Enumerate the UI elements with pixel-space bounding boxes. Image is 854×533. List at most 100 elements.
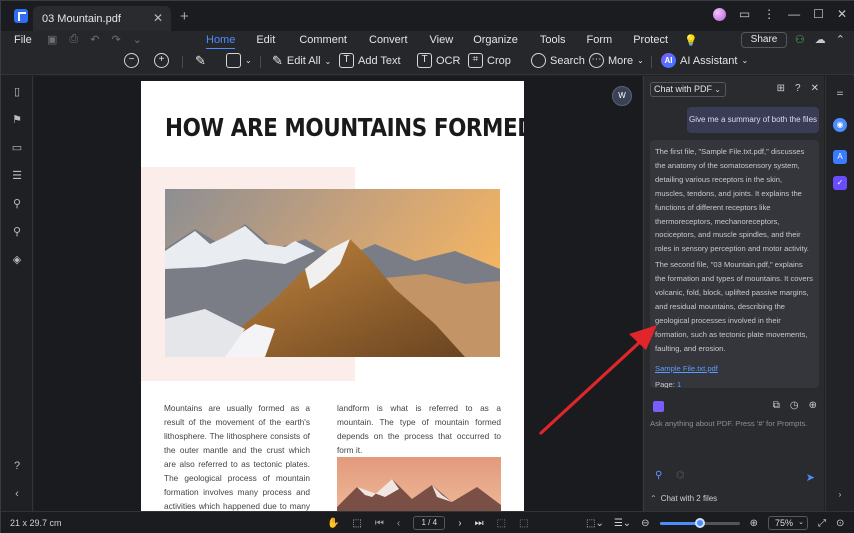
ai-assistant-button[interactable]: AI AI Assistant ⌄ [661,53,748,68]
document-viewer[interactable]: HOW ARE MOUNTAINS FORMED? Mountains are … [34,76,642,511]
bookmark-icon[interactable]: ⚑ [11,114,23,126]
menu-file[interactable]: File [14,34,32,46]
hand-tool-icon[interactable]: ✋ [327,518,339,529]
more-options-icon[interactable]: ⋮ [763,7,775,21]
avatar[interactable] [712,7,726,21]
zoom-in-icon[interactable]: ⊕ [750,518,758,529]
history-icon[interactable]: ◷ [790,400,799,411]
undo-icon[interactable]: ↶ [90,33,99,46]
user-share-icon[interactable]: ⚇ [795,33,805,46]
expand-right-icon[interactable]: › [833,488,847,502]
translate-icon[interactable]: A [833,150,847,164]
redo-icon[interactable]: ↷ [111,33,120,46]
first-page-icon[interactable]: ⏮ [375,518,384,529]
layout-icon[interactable]: ☰⌄ [614,518,631,529]
close-tab-icon[interactable]: ✕ [153,11,163,25]
help-icon[interactable]: ? [795,83,801,94]
more-button[interactable]: ⋯ More ⌄ [589,53,644,68]
page-number-input[interactable]: 1 / 4 [413,516,446,530]
send-icon[interactable]: ➤ [806,471,815,484]
help-icon[interactable]: ? [11,460,23,472]
location-pin-icon[interactable]: ⚲ [655,470,662,481]
crop-icon: ⌗ [468,53,483,68]
previous-page-icon[interactable]: ‹ [397,518,400,529]
panel-header: Chat with PDF ⌄ ⊞ ? ✕ [644,76,825,102]
close-panel-icon[interactable]: ✕ [811,83,819,94]
menu-organize[interactable]: Organize [473,34,518,50]
share-button[interactable]: Share [741,32,787,48]
save-icon[interactable]: ▣ [47,33,57,46]
search-icon[interactable]: ⚲ [11,226,23,238]
zoom-slider-knob[interactable] [694,517,705,528]
search-label: Search [550,54,585,67]
page-thumbnail-icon[interactable]: ▯ [11,86,23,98]
lightbulb-icon[interactable]: 💡 [684,34,698,50]
print-icon[interactable]: ⎙ [69,33,78,46]
page-navigation: ✋ ⬚ ⏮ ‹ 1 / 4 › ⏭ ⬚ ⬚ [327,516,529,530]
layers-list-icon[interactable]: ☰ [11,170,23,182]
attachment-icon[interactable]: ⌬ [676,470,685,481]
zoom-in-icon: + [154,53,169,68]
page-ref-link[interactable]: 1 [677,380,681,389]
select-tool-icon[interactable]: ⬚ [352,518,361,529]
next-page-icon[interactable]: › [458,518,461,529]
ocr-label: OCR [436,54,461,67]
ai-tools-icon[interactable] [653,401,664,412]
close-window-icon[interactable]: ✕ [837,7,847,21]
zoom-slider[interactable] [659,517,740,528]
chevron-down-icon: ⌄ [798,519,804,526]
ai-assistant-icon: AI [661,53,676,68]
toolbar: − + ✎ ⌄ ✎ Edit All ⌄ T Add Text T OCR ⌗ Crop … [1,49,854,75]
highlight-button[interactable]: ✎ [195,53,206,69]
zoom-level: 75% [774,518,793,528]
attachment-icon[interactable]: ⚲ [11,198,23,210]
last-page-icon[interactable]: ⏭ [475,518,484,529]
proofread-icon[interactable]: ✓ [833,176,847,190]
zoom-in-button[interactable]: + [154,53,169,68]
zoom-out-button[interactable]: − [124,53,139,68]
collapse-icon[interactable]: ⊙ [836,518,844,529]
menu-comment[interactable]: Comment [299,34,347,50]
ai-chat-icon[interactable]: ◉ [833,118,847,132]
maximize-icon[interactable]: ☐ [813,7,824,21]
chevron-up-icon[interactable]: ⌃ [836,33,845,46]
comment-icon[interactable]: ▭ [11,142,23,154]
copy-icon[interactable]: ⧉ [773,400,780,411]
menu-protect[interactable]: Protect [633,34,668,50]
add-text-label: Add Text [358,54,401,67]
menu-tools[interactable]: Tools [540,34,566,50]
fit-page-icon[interactable]: ⬚ [497,518,506,529]
properties-icon[interactable]: ⚌ [833,86,847,100]
ai-assistant-label: AI Assistant [680,54,738,67]
view-mode-icon[interactable]: ⬚⌄ [586,518,604,529]
menu-convert[interactable]: Convert [369,34,408,50]
minimize-icon[interactable]: — [788,7,800,21]
chat-mode-select[interactable]: Chat with PDF ⌄ [650,82,726,97]
edit-all-button[interactable]: ✎ Edit All ⌄ [272,53,331,69]
feedback-icon[interactable]: ▭ [739,7,750,21]
settings-icon[interactable]: ⊕ [809,400,817,411]
new-chat-icon[interactable]: ⊞ [777,83,785,94]
fit-width-icon[interactable]: ⬚ [519,518,528,529]
zoom-out-icon[interactable]: ⊖ [641,518,649,529]
collapse-left-icon[interactable]: ‹ [11,488,23,500]
word-convert-icon[interactable]: W [612,86,632,106]
add-text-button[interactable]: T Add Text [339,53,401,68]
menu-form[interactable]: Form [587,34,613,50]
document-tab[interactable]: 03 Mountain.pdf ✕ [33,6,171,31]
source-file-link[interactable]: Sample File.txt.pdf [655,362,814,376]
menu-edit[interactable]: Edit [256,34,275,50]
zoom-level-select[interactable]: 75% ⌄ [767,516,808,530]
new-tab-icon[interactable]: + [180,8,189,25]
menu-view[interactable]: View [430,34,454,50]
fullscreen-icon[interactable]: ⤢ [818,518,826,529]
menu-home[interactable]: Home [206,34,236,50]
layers-icon[interactable]: ◈ [11,254,23,266]
cloud-upload-icon[interactable]: ☁ [815,33,826,46]
dropdown-icon[interactable]: ⌄ [133,33,142,46]
crop-button[interactable]: ⌗ Crop [468,53,511,68]
ocr-button[interactable]: T OCR [417,53,460,68]
shape-button[interactable]: ⌄ [226,53,252,68]
chat-files-toggle[interactable]: ⌃ Chat with 2 files [650,494,717,503]
search-button[interactable]: Search [531,53,585,68]
